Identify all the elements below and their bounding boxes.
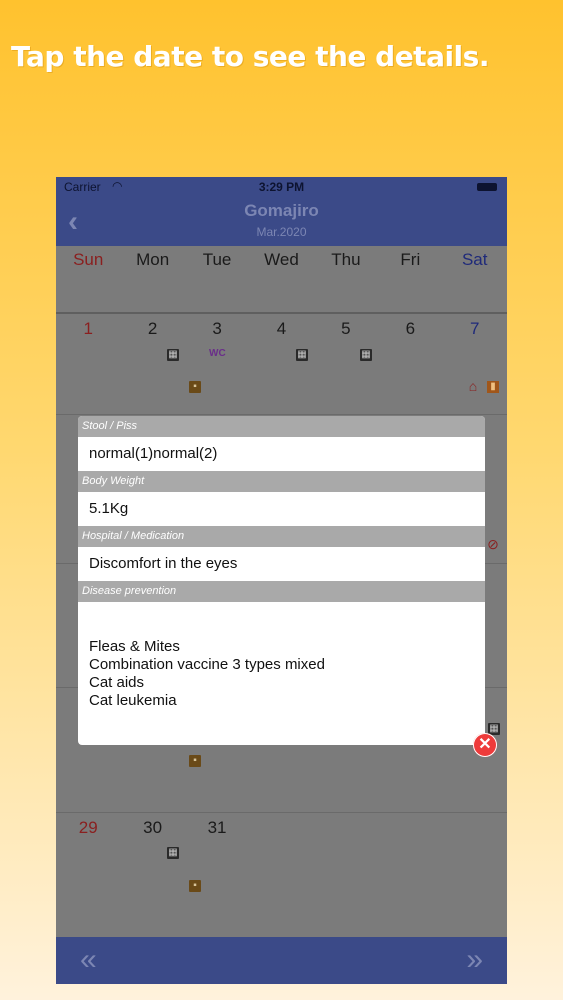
day-number: 3 [212, 319, 222, 338]
status-bar: Carrier ◠ 3:29 PM [56, 177, 507, 197]
calendar-day[interactable]: 30 [120, 813, 184, 913]
calendar-day[interactable]: 1 [56, 314, 120, 414]
weekday-sat: Sat [461, 250, 488, 269]
save-icon: ▪ [189, 381, 201, 393]
list-item: Cat aids [89, 674, 145, 691]
hospital-value: Discomfort in the eyes [78, 547, 485, 581]
battery-icon [477, 183, 497, 191]
day-number: 6 [405, 319, 416, 338]
weekday-header: Sun Mon Tue Wed Thu Fri Sat [56, 246, 507, 314]
day-number: 5 [341, 319, 351, 338]
weekday-mon: Mon [136, 250, 170, 269]
list-item: Fleas & Mites [89, 638, 180, 655]
calendar-day[interactable]: 2 [120, 314, 184, 414]
row-divider [56, 414, 507, 415]
ban-icon: ⊘ [487, 536, 499, 552]
calendar-day[interactable]: 4 [249, 314, 313, 414]
calculator-icon: ▦ [360, 349, 372, 361]
calendar-week: 1 2 3 4 5 6 7 [56, 314, 507, 414]
status-time: 3:29 PM [258, 180, 305, 194]
box-icon: ▮ [487, 381, 499, 393]
calendar-day[interactable]: 7 [443, 314, 507, 414]
calculator-icon: ▦ [167, 349, 179, 361]
wc-icon: WC [209, 348, 226, 359]
calendar-day[interactable]: 31 [185, 813, 249, 913]
hospital-label: Hospital / Medication [78, 526, 485, 547]
calendar-day[interactable]: 29 [56, 813, 120, 913]
list-item: Combination vaccine 3 types mixed [89, 656, 325, 673]
page-title: Gomajiro [244, 201, 319, 220]
close-icon[interactable]: ✕ [473, 733, 497, 757]
next-month-button[interactable]: » [466, 943, 483, 977]
headline: Tap the date to see the details. [11, 40, 489, 73]
stool-value: normal(1)normal(2) [78, 437, 485, 471]
prevention-label: Disease prevention [78, 581, 485, 602]
bottom-bar: « » [56, 937, 507, 984]
weekday-thu: Thu [331, 250, 361, 269]
calendar-day[interactable]: 6 [378, 314, 442, 414]
weight-label: Body Weight [78, 471, 485, 492]
nav-bar: ‹ Gomajiro Mar.2020 [56, 197, 507, 246]
month-label: Mar.2020 [256, 225, 307, 239]
list-item: Cat leukemia [89, 692, 177, 709]
calendar-week: 29 30 31 [56, 813, 507, 913]
weekday-tue: Tue [202, 250, 232, 269]
weekday-sun: Sun [73, 250, 104, 269]
previous-month-button[interactable]: « [80, 943, 97, 977]
calculator-icon: ▦ [296, 349, 308, 361]
weekday-wed: Wed [264, 250, 299, 269]
weekday-fri: Fri [400, 250, 421, 269]
save-icon: ▪ [189, 755, 201, 767]
stool-label: Stool / Piss [78, 416, 485, 437]
day-number: 1 [83, 319, 93, 338]
day-number: 31 [207, 818, 227, 837]
house-icon: ⌂ [468, 378, 478, 394]
prevention-list: Fleas & Mites Combination vaccine 3 type… [78, 602, 485, 710]
day-number: 7 [470, 319, 480, 338]
day-number: 4 [276, 319, 287, 338]
calendar-day[interactable]: 5 [314, 314, 378, 414]
day-number: 30 [143, 818, 163, 837]
detail-popup: Stool / Piss normal(1)normal(2) Body Wei… [78, 416, 485, 745]
day-number: 29 [78, 818, 98, 837]
day-number: 2 [147, 319, 158, 338]
calendar-day[interactable]: 3 [185, 314, 249, 414]
save-icon: ▪ [189, 880, 201, 892]
calculator-icon: ▦ [167, 847, 179, 859]
weight-value: 5.1Kg [78, 492, 485, 526]
